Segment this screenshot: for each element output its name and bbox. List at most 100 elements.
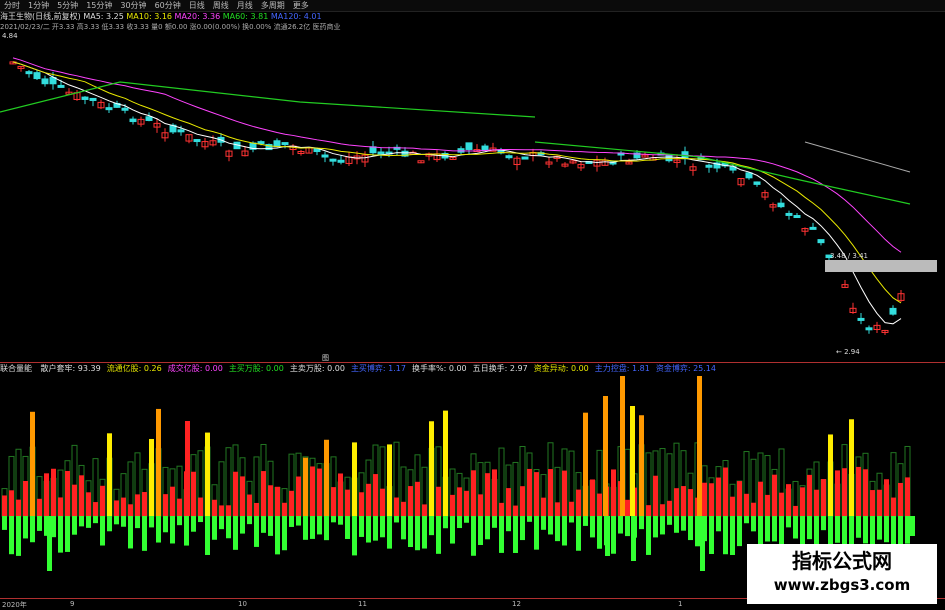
vol-down-bar xyxy=(611,516,616,554)
vol-up-bar xyxy=(674,488,679,516)
vol-up-bar xyxy=(751,502,756,516)
vol-up-bar xyxy=(562,470,567,516)
vol-up-bar xyxy=(282,502,287,516)
vol-up-bar xyxy=(233,471,238,516)
vol-down-bar xyxy=(849,516,854,546)
vol-down-bar xyxy=(716,516,721,532)
vol-down-bar xyxy=(660,516,665,535)
vol-up-bar xyxy=(730,496,735,516)
toolbar-item-9[interactable]: 多周期 xyxy=(257,0,289,11)
vol-down-bar xyxy=(352,516,357,556)
toolbar-item-3[interactable]: 15分钟 xyxy=(82,0,116,11)
vol-up-bar xyxy=(772,474,777,516)
vol-down-bar xyxy=(877,516,882,540)
vol-down-bar xyxy=(128,516,133,549)
vol-up-bar xyxy=(37,498,42,516)
vol-up-bar xyxy=(128,504,133,516)
vol-down-spike xyxy=(631,516,636,561)
vol-up-bar xyxy=(590,479,595,516)
vol-down-bar xyxy=(156,516,161,543)
vol-down-bar xyxy=(415,516,420,551)
vol-up-bar xyxy=(387,444,392,516)
vol-down-bar xyxy=(562,516,567,546)
vol-down-bar xyxy=(863,516,868,544)
ma-value-1: MA10: 3.16 xyxy=(123,12,173,21)
vol-down-bar xyxy=(121,516,126,527)
vol-down-bar xyxy=(205,516,210,555)
indicator-value-0: 联合量能 xyxy=(0,364,35,373)
vol-down-bar xyxy=(786,516,791,528)
candle-body xyxy=(177,129,185,133)
vol-up-bar xyxy=(65,470,70,516)
vol-down-bar xyxy=(401,516,406,540)
toolbar-item-7[interactable]: 周线 xyxy=(209,0,233,11)
vol-up-bar xyxy=(352,442,357,516)
vol-up-bar xyxy=(513,505,518,516)
vol-up-bar xyxy=(814,489,819,516)
vol-down-bar xyxy=(387,516,392,549)
vol-up-bar xyxy=(758,481,763,516)
vol-down-bar xyxy=(583,516,588,526)
ma120-line xyxy=(804,141,911,173)
vol-up-bar xyxy=(338,473,343,516)
vol-down-bar xyxy=(366,516,371,543)
candlestick-chart[interactable]: 3.48 / 3.41 ← 2.94 图 xyxy=(0,32,945,362)
vol-down-bar xyxy=(184,516,189,546)
vol-up-bar xyxy=(611,469,616,516)
vol-down-bar xyxy=(450,516,455,544)
candle-body xyxy=(785,212,793,216)
vol-down-bar xyxy=(520,516,525,541)
toolbar-item-4[interactable]: 30分钟 xyxy=(116,0,150,11)
toolbar-item-1[interactable]: 1分钟 xyxy=(24,0,53,11)
price-marker-box xyxy=(825,260,937,272)
candle-body xyxy=(505,155,513,159)
toolbar-item-10[interactable]: 更多 xyxy=(289,0,313,11)
vol-down-bar xyxy=(282,516,287,551)
vol-up-bar xyxy=(625,499,630,516)
vol-up-bar xyxy=(786,484,791,516)
vol-spike-bar xyxy=(697,376,702,516)
vol-up-bar xyxy=(450,494,455,516)
vol-up-bar xyxy=(870,490,875,516)
vol-down-bar xyxy=(338,516,343,525)
vol-down-bar xyxy=(590,516,595,538)
vol-down-bar xyxy=(198,516,203,523)
toolbar-item-2[interactable]: 5分钟 xyxy=(53,0,82,11)
vol-up-bar xyxy=(492,469,497,516)
vol-up-bar xyxy=(667,500,672,516)
vol-up-bar xyxy=(366,483,371,516)
vol-up-bar xyxy=(436,486,441,516)
toolbar-item-0[interactable]: 分时 xyxy=(0,0,24,11)
date-tick-1: 9 xyxy=(70,600,75,608)
vol-up-bar xyxy=(226,505,231,516)
vol-down-bar xyxy=(597,516,602,549)
vol-down-bar xyxy=(86,516,91,528)
vol-up-bar xyxy=(723,467,728,516)
vol-up-bar xyxy=(23,481,28,516)
vol-up-bar xyxy=(863,469,868,516)
vol-down-bar xyxy=(758,516,763,545)
vol-up-bar xyxy=(331,487,336,516)
vol-spike-bar xyxy=(630,406,635,516)
vol-down-bar xyxy=(639,516,644,530)
toolbar-item-6[interactable]: 日线 xyxy=(185,0,209,11)
vol-up-bar xyxy=(821,479,826,516)
vol-down-bar xyxy=(331,516,336,523)
vol-down-bar xyxy=(856,516,861,538)
ma-values: MA5: 3.25 MA10: 3.16 MA20: 3.36 MA60: 3.… xyxy=(83,12,321,21)
vol-up-bar xyxy=(58,497,63,516)
candle-body xyxy=(521,156,529,160)
toolbar-item-5[interactable]: 60分钟 xyxy=(151,0,185,11)
vol-up-bar xyxy=(569,501,574,516)
stock-name: 海王生物(日线,前复权) xyxy=(0,12,81,21)
indicator-value-1: 散户套牢: 93.39 xyxy=(40,364,101,373)
toolbar-item-8[interactable]: 月线 xyxy=(233,0,257,11)
vol-up-bar xyxy=(156,408,161,516)
vol-down-bar xyxy=(618,516,623,534)
vol-up-bar xyxy=(576,489,581,516)
indicator-value-8: 五日换手: 2.97 xyxy=(472,364,528,373)
vol-up-bar xyxy=(79,475,84,516)
vol-down-bar xyxy=(835,516,840,543)
vol-down-bar xyxy=(744,516,749,524)
vol-down-bar xyxy=(695,516,700,547)
